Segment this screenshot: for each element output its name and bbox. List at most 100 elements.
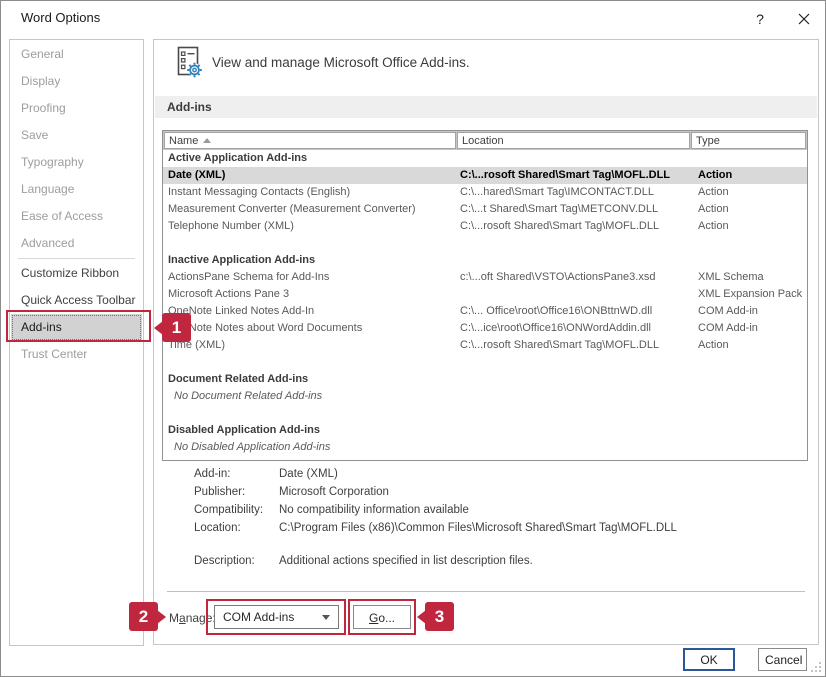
detail-label: Location:	[194, 519, 279, 537]
cell-location: C:\...ice\root\Office16\ONWordAddin.dll	[460, 320, 698, 337]
table-row[interactable]: Telephone Number (XML)C:\...rosoft Share…	[163, 218, 807, 235]
resize-grip-icon[interactable]	[809, 660, 821, 672]
addins-table-body: Active Application Add-insDate (XML)C:\.…	[163, 150, 807, 460]
sidebar-item-language[interactable]: Language	[10, 176, 143, 203]
callout-badge-3: 3	[425, 602, 454, 631]
cell-location	[460, 388, 698, 405]
manage-label-text: M	[169, 611, 179, 625]
cell-location	[460, 150, 698, 167]
sidebar-item-ease-of-access[interactable]: Ease of Access	[10, 203, 143, 230]
table-row[interactable]: Date (XML)C:\...rosoft Shared\Smart Tag\…	[163, 167, 807, 184]
cell-name: No Document Related Add-ins	[163, 388, 460, 405]
cell-type: COM Add-in	[698, 320, 807, 337]
addins-section-label: Add-ins	[155, 96, 817, 114]
cell-name: OneNote Linked Notes Add-In	[163, 303, 460, 320]
cell-type: Action	[698, 218, 807, 235]
detail-value: Date (XML)	[279, 465, 794, 483]
cell-type	[698, 422, 807, 439]
cell-type	[698, 150, 807, 167]
detail-label: Publisher:	[194, 483, 279, 501]
sidebar-item-typography[interactable]: Typography	[10, 149, 143, 176]
go-button-accel: G	[369, 611, 378, 625]
table-row[interactable]: Time (XML)C:\...rosoft Shared\Smart Tag\…	[163, 337, 807, 354]
close-button[interactable]	[792, 7, 816, 31]
column-label: Name	[169, 135, 198, 147]
column-header-location[interactable]: Location	[457, 132, 690, 149]
cell-name: OneNote Notes about Word Documents	[163, 320, 460, 337]
dropdown-arrow-icon	[322, 615, 330, 620]
cell-type: Action	[698, 337, 807, 354]
table-row[interactable]: Instant Messaging Contacts (English)C:\.…	[163, 184, 807, 201]
sidebar-item-display[interactable]: Display	[10, 68, 143, 95]
detail-value: No compatibility information available	[279, 501, 794, 519]
callout-number: 2	[139, 607, 148, 627]
cell-name: Measurement Converter (Measurement Conve…	[163, 201, 460, 218]
cell-name: Instant Messaging Contacts (English)	[163, 184, 460, 201]
cell-type: Action	[698, 201, 807, 218]
sidebar-item-save[interactable]: Save	[10, 122, 143, 149]
cell-type: Action	[698, 184, 807, 201]
manage-divider	[167, 591, 805, 592]
cell-location: c:\...oft Shared\VSTO\ActionsPane3.xsd	[460, 269, 698, 286]
table-spacer-row	[163, 405, 807, 422]
cell-name: Disabled Application Add-ins	[163, 422, 460, 439]
cell-type	[698, 252, 807, 269]
detail-row: Location:C:\Program Files (x86)\Common F…	[194, 519, 794, 537]
sort-ascending-icon	[203, 138, 211, 143]
help-button[interactable]: ?	[749, 8, 771, 30]
sidebar-nav: GeneralDisplayProofingSaveTypographyLang…	[9, 39, 144, 646]
callout-number: 3	[435, 607, 444, 627]
table-row[interactable]: ActionsPane Schema for Add-Insc:\...oft …	[163, 269, 807, 286]
cell-location: C:\...rosoft Shared\Smart Tag\MOFL.DLL	[460, 167, 698, 184]
cancel-button[interactable]: Cancel	[758, 648, 807, 671]
detail-label: Add-in:	[194, 465, 279, 483]
cell-location	[460, 252, 698, 269]
detail-value: Microsoft Corporation	[279, 483, 794, 501]
table-group-header: Inactive Application Add-ins	[163, 252, 807, 269]
sidebar-item-quick-access-toolbar[interactable]: Quick Access Toolbar	[10, 287, 143, 314]
cell-name: Active Application Add-ins	[163, 150, 460, 167]
manage-dropdown[interactable]: COM Add-ins	[214, 605, 339, 629]
addins-gear-icon	[177, 46, 204, 84]
sidebar-item-add-ins[interactable]: Add-ins	[11, 314, 142, 341]
table-row[interactable]: Microsoft Actions Pane 3 XML Expansion Pa…	[163, 286, 807, 303]
column-label: Location	[462, 135, 504, 147]
title-bar: Word Options ?	[1, 1, 825, 36]
callout-tail-icon	[154, 321, 163, 335]
table-row[interactable]: OneNote Notes about Word DocumentsC:\...…	[163, 320, 807, 337]
table-row[interactable]: Measurement Converter (Measurement Conve…	[163, 201, 807, 218]
cell-type	[698, 388, 807, 405]
cell-location: C:\...t Shared\Smart Tag\METCONV.DLL	[460, 201, 698, 218]
detail-row: Compatibility:No compatibility informati…	[194, 501, 794, 519]
dialog-title: Word Options	[21, 10, 100, 25]
detail-row: Add-in:Date (XML)	[194, 465, 794, 483]
cell-type: XML Expansion Pack	[698, 286, 807, 303]
cell-location	[460, 286, 698, 303]
sidebar-item-trust-center[interactable]: Trust Center	[10, 341, 143, 368]
cell-type	[698, 439, 807, 456]
manage-label-accel: a	[179, 611, 186, 625]
cell-type: Action	[698, 167, 807, 184]
cell-type: COM Add-in	[698, 303, 807, 320]
addins-table: Name Location Type Active Application Add-…	[162, 130, 808, 461]
cell-name: Document Related Add-ins	[163, 371, 460, 388]
column-header-type[interactable]: Type	[691, 132, 806, 149]
page-title: View and manage Microsoft Office Add-ins…	[212, 55, 470, 70]
callout-badge-2: 2	[129, 602, 158, 631]
table-group-header: Document Related Add-ins	[163, 371, 807, 388]
sidebar-item-general[interactable]: General	[10, 41, 143, 68]
callout-tail-icon	[157, 610, 166, 624]
sidebar-item-advanced[interactable]: Advanced	[10, 230, 143, 257]
table-row[interactable]: OneNote Linked Notes Add-InC:\... Office…	[163, 303, 807, 320]
sidebar-item-customize-ribbon[interactable]: Customize Ribbon	[10, 260, 143, 287]
sidebar-item-proofing[interactable]: Proofing	[10, 95, 143, 122]
cell-name: No Disabled Application Add-ins	[163, 439, 460, 456]
column-header-name[interactable]: Name	[164, 132, 456, 149]
ok-button[interactable]: OK	[683, 648, 735, 671]
detail-value: Additional actions specified in list des…	[279, 552, 794, 570]
cell-name: Microsoft Actions Pane 3	[163, 286, 460, 303]
go-button-text: o...	[378, 611, 395, 625]
table-spacer-row	[163, 354, 807, 371]
detail-value: C:\Program Files (x86)\Common Files\Micr…	[279, 519, 794, 537]
go-button[interactable]: Go...	[353, 605, 411, 629]
